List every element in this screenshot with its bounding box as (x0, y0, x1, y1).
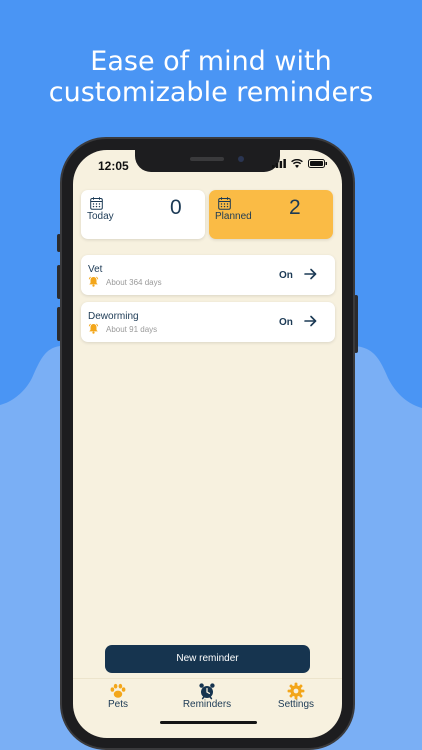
notch (135, 150, 280, 172)
reminder-row-vet[interactable]: Vet About 364 days On (81, 255, 335, 295)
headline-line-2: customizable reminders (48, 77, 374, 108)
new-reminder-button[interactable]: New reminder (105, 645, 310, 673)
arrow-right-icon[interactable] (304, 268, 317, 280)
tab-settings[interactable]: Settings (251, 679, 341, 719)
calendar-icon (90, 197, 103, 210)
signal-icon (272, 159, 286, 168)
front-camera (238, 156, 244, 162)
calendar-icon (218, 197, 231, 210)
reminder-title: Deworming (88, 311, 139, 322)
bell-icon (88, 323, 99, 334)
app-screen: 12:05 Today 0 Planned 2 Vet About 364 da… (73, 150, 342, 738)
tab-label: Pets (107, 699, 128, 710)
paw-icon (110, 683, 126, 698)
reminder-row-deworming[interactable]: Deworming About 91 days On (81, 302, 335, 342)
planned-card[interactable]: Planned 2 (209, 190, 333, 239)
planned-label: Planned (215, 211, 252, 222)
today-count: 0 (170, 196, 182, 219)
alarm-clock-icon (199, 683, 215, 700)
headline: Ease of mind with customizable reminders (0, 46, 422, 108)
tab-pets[interactable]: Pets (73, 679, 163, 719)
headline-line-1: Ease of mind with (90, 46, 332, 77)
arrow-right-icon[interactable] (304, 315, 317, 327)
planned-count: 2 (289, 196, 301, 219)
today-card[interactable]: Today 0 (81, 190, 205, 239)
bell-icon (88, 276, 99, 287)
wifi-icon (291, 159, 303, 168)
speaker-grille (190, 157, 224, 161)
tab-label: Reminders (182, 699, 232, 710)
reminder-subtitle: About 364 days (106, 278, 162, 287)
reminder-state[interactable]: On (279, 317, 293, 328)
tab-label: Settings (277, 699, 315, 710)
gear-icon (287, 682, 305, 700)
battery-icon (308, 159, 327, 168)
home-indicator (160, 721, 257, 724)
status-time: 12:05 (98, 159, 129, 173)
tab-bar: Pets Reminders Settings (73, 678, 342, 738)
reminder-state[interactable]: On (279, 270, 293, 281)
today-label: Today (87, 211, 114, 222)
status-icons (272, 159, 328, 168)
reminder-subtitle: About 91 days (106, 325, 158, 334)
reminder-title: Vet (88, 264, 103, 275)
tab-reminders[interactable]: Reminders (162, 679, 252, 719)
